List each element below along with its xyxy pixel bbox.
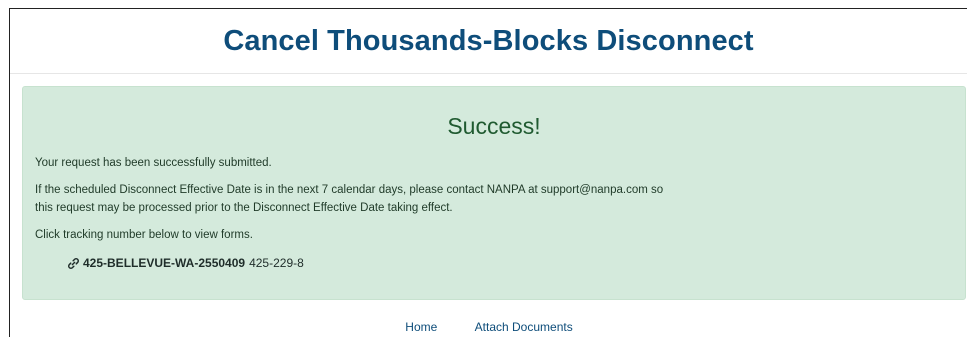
alert-message-contact-nanpa: If the scheduled Disconnect Effective Da… — [35, 181, 953, 217]
alert-title: Success! — [447, 113, 541, 139]
link-icon — [68, 257, 79, 269]
tracking-number-link[interactable]: 425-BELLEVUE-WA-2550409 — [67, 256, 245, 270]
alert-message-contact-line-1: If the scheduled Disconnect Effective Da… — [35, 184, 664, 196]
home-link[interactable]: Home — [405, 320, 437, 334]
tracking-code: 425-229-8 — [249, 256, 304, 270]
alert-message-contact-line-2: this request may be processed prior to t… — [35, 202, 453, 214]
attach-documents-link[interactable]: Attach Documents — [475, 320, 573, 334]
alert-message-submitted: Your request has been successfully submi… — [35, 157, 272, 169]
success-alert: Success! Your request has been successfu… — [22, 86, 966, 300]
page-title: Cancel Thousands-Blocks Disconnect — [223, 24, 754, 57]
page-frame: Cancel Thousands-Blocks Disconnect Succe… — [9, 8, 967, 337]
tracking-number: 425-BELLEVUE-WA-2550409 — [83, 256, 246, 270]
footer-nav: Home Attach Documents — [10, 320, 967, 334]
page-header: Cancel Thousands-Blocks Disconnect — [10, 9, 967, 74]
tracking-entry: 425-BELLEVUE-WA-2550409 425-229-8 — [67, 256, 953, 270]
alert-message-instructions: Click tracking number below to view form… — [35, 229, 253, 241]
